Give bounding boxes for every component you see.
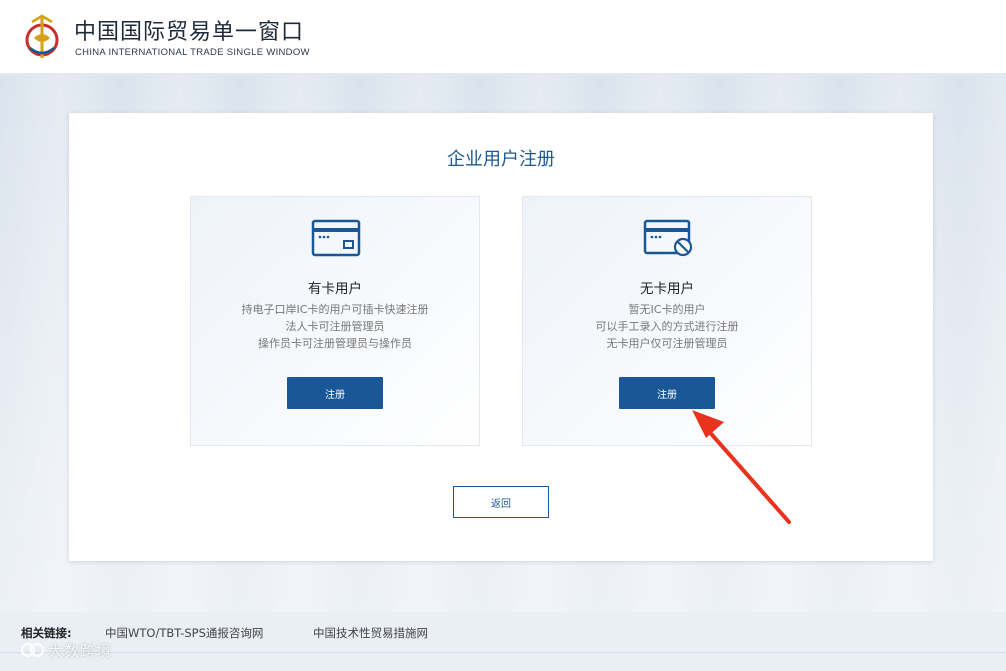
card-without-ic: 无卡用户 暂无IC卡的用户 可以手工录入的方式进行注册 无卡用户仅可注册管理员 … [522,196,812,446]
ic-card-icon [311,219,361,257]
card-description: 暂无IC卡的用户 可以手工录入的方式进行注册 无卡用户仅可注册管理员 [523,301,811,352]
card-title: 有卡用户 [308,281,362,297]
footer-link-tbt[interactable]: 中国技术性贸易措施网 [313,625,428,641]
footer-divider [0,652,1006,653]
card-desc-line: 法人卡可注册管理员 [285,320,385,333]
footer-link-wto[interactable]: 中国WTO/TBT-SPS通报咨询网 [105,625,263,641]
card-with-ic: 有卡用户 持电子口岸IC卡的用户可插卡快速注册 法人卡可注册管理员 操作员卡可注… [190,196,480,446]
card-desc-line: 持电子口岸IC卡的用户可插卡快速注册 [241,303,429,316]
no-card-icon [643,219,693,257]
card-desc-line: 无卡用户仅可注册管理员 [606,337,728,350]
register-without-card-button[interactable]: 注册 [619,377,715,409]
page-title: 企业用户注册 [447,149,555,170]
card-desc-line: 可以手工录入的方式进行注册 [595,320,739,333]
watermark-logo-icon [21,643,44,657]
back-button[interactable]: 返回 [453,486,549,518]
site-title: 中国国际贸易单一窗口 [74,20,305,45]
registration-panel: 企业用户注册 有卡用户 持电子口岸IC卡的用户可插卡快速注册 法人卡可注册管理员… [69,113,933,561]
card-description: 持电子口岸IC卡的用户可插卡快速注册 法人卡可注册管理员 操作员卡可注册管理员与… [191,301,479,352]
related-links-label: 相关链接: [21,626,72,640]
register-with-card-button[interactable]: 注册 [287,377,383,409]
watermark: 大数跨境 [48,640,112,661]
card-desc-line: 暂无IC卡的用户 [628,303,706,316]
site-subtitle: CHINA INTERNATIONAL TRADE SINGLE WINDOW [75,47,310,58]
site-footer: 相关链接: 中国WTO/TBT-SPS通报咨询网 中国技术性贸易措施网 [0,612,1006,671]
single-window-logo-icon[interactable] [22,12,62,62]
card-desc-line: 操作员卡可注册管理员与操作员 [258,337,412,350]
watermark-text: 大数跨境 [48,642,113,660]
card-title: 无卡用户 [640,281,694,297]
site-header: 中国国际贸易单一窗口 CHINA INTERNATIONAL TRADE SIN… [0,0,1006,74]
